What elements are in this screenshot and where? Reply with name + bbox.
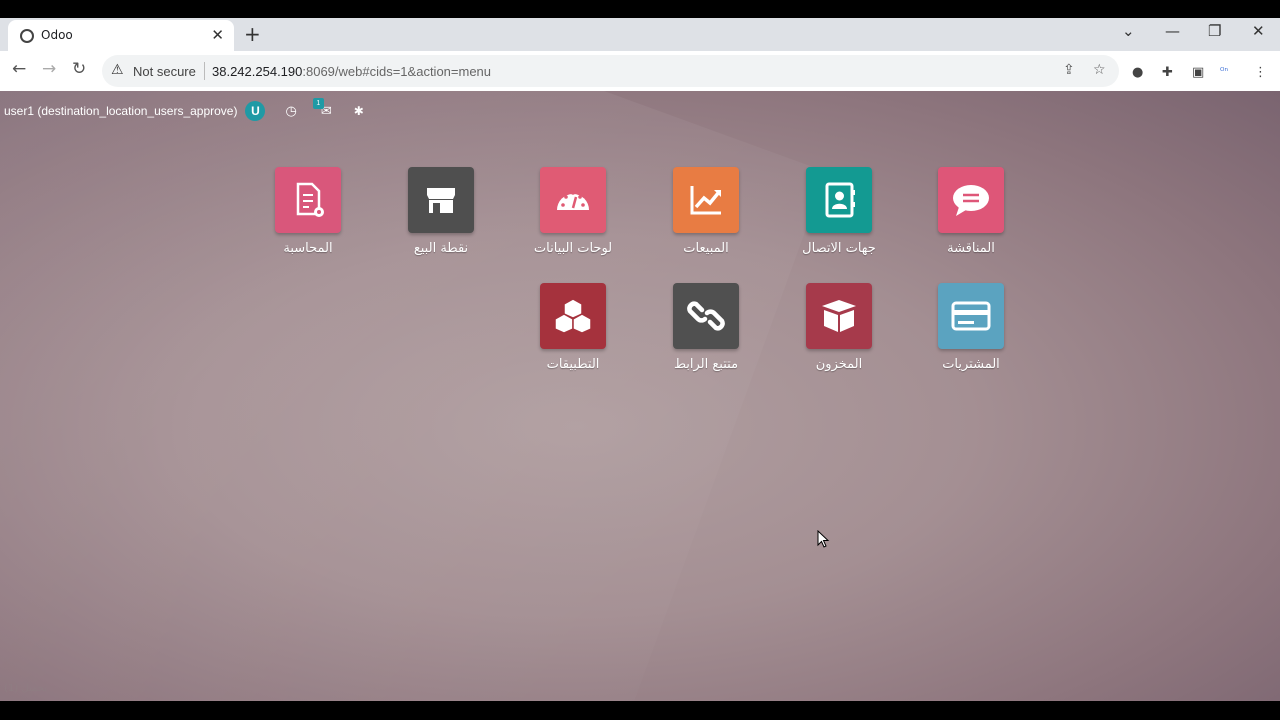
- app-label: نقطة البيع: [413, 241, 469, 256]
- url-text[interactable]: 38.242.254.190:8069/web#cids=1&action=me…: [212, 64, 491, 79]
- app-label: المناقشة: [947, 241, 995, 256]
- contacts-icon[interactable]: [806, 167, 872, 233]
- app-tile[interactable]: التطبيقات: [518, 283, 628, 372]
- share-icon[interactable]: ⇪: [1063, 62, 1075, 78]
- tab-search-icon[interactable]: ⌄: [1122, 22, 1135, 40]
- app-tile[interactable]: جهات الاتصال: [784, 167, 894, 256]
- dashboard-gauge-icon[interactable]: [540, 167, 606, 233]
- avatar[interactable]: U: [245, 101, 266, 121]
- app-tile[interactable]: لوحات البيانات: [518, 167, 628, 256]
- debug-bug-icon[interactable]: ✱: [354, 104, 364, 118]
- inventory-box-icon[interactable]: [806, 283, 872, 349]
- restore-button[interactable]: ❐: [1208, 22, 1221, 40]
- app-tile[interactable]: المخزون: [784, 283, 894, 372]
- activity-clock-icon[interactable]: ◷: [285, 104, 296, 119]
- letterbox-bottom: [0, 701, 1280, 720]
- purchase-card-icon[interactable]: [938, 283, 1004, 349]
- app-label: المبيعات: [683, 241, 729, 256]
- app-label: المحاسبة: [283, 241, 333, 256]
- app-label: متتبع الرابط: [673, 357, 739, 372]
- divider: [204, 62, 205, 80]
- security-label[interactable]: Not secure: [133, 64, 196, 79]
- sales-chart-icon[interactable]: [673, 167, 739, 233]
- messaging-chat-icon[interactable]: 1 ✉: [312, 97, 332, 119]
- tab-strip: Odoo ✕ + ⌄ — ❐ ✕: [0, 18, 1280, 51]
- extensions-puzzle-icon[interactable]: ✚: [1162, 65, 1173, 80]
- browser-tab[interactable]: Odoo ✕: [8, 20, 234, 51]
- screen: Odoo ✕ + ⌄ — ❐ ✕ ← → ↻ ⚠ Not secure 38.2…: [0, 0, 1280, 720]
- tab-title: Odoo: [41, 28, 73, 42]
- warning-icon: ⚠: [111, 62, 124, 78]
- odoo-home-menu: user1 (destination_location_users_approv…: [0, 91, 1280, 701]
- app-label: المشتريات: [942, 357, 1000, 372]
- app-label: التطبيقات: [546, 357, 600, 372]
- app-tile[interactable]: نقطة البيع: [386, 167, 496, 256]
- back-icon[interactable]: ←: [12, 59, 26, 79]
- app-tile[interactable]: المحاسبة: [253, 167, 363, 256]
- forward-icon[interactable]: →: [42, 59, 56, 79]
- mouse-cursor-icon: [817, 530, 830, 548]
- odoo-favicon-icon: [20, 29, 34, 43]
- bookmark-star-icon[interactable]: ☆: [1093, 62, 1106, 78]
- tab-close-button[interactable]: ✕: [211, 26, 224, 44]
- app-label: جهات الاتصال: [802, 241, 876, 256]
- browser-toolbar: ← → ↻ ⚠ Not secure 38.242.254.190:8069/w…: [0, 51, 1280, 92]
- app-tile[interactable]: متتبع الرابط: [651, 283, 761, 372]
- app-tile[interactable]: المبيعات: [651, 167, 761, 256]
- reload-icon[interactable]: ↻: [72, 59, 86, 79]
- app-label: المخزون: [815, 357, 863, 372]
- app-label: لوحات البيانات: [533, 241, 613, 256]
- browser-chrome: Odoo ✕ + ⌄ — ❐ ✕ ← → ↻ ⚠ Not secure 38.2…: [0, 18, 1280, 92]
- app-tile[interactable]: المشتريات: [916, 283, 1026, 372]
- store-icon[interactable]: [408, 167, 474, 233]
- address-bar[interactable]: ⚠ Not secure 38.242.254.190:8069/web#cid…: [102, 55, 1119, 87]
- side-panel-icon[interactable]: ▣: [1192, 65, 1204, 80]
- minimize-button[interactable]: —: [1165, 22, 1180, 40]
- apps-cubes-icon[interactable]: [540, 283, 606, 349]
- odoo-top-bar: user1 (destination_location_users_approv…: [4, 97, 364, 121]
- extension-icon[interactable]: ᴼⁿ: [1220, 67, 1228, 77]
- close-window-button[interactable]: ✕: [1252, 22, 1265, 40]
- app-tile[interactable]: المناقشة: [916, 167, 1026, 256]
- browser-menu-icon[interactable]: ⋮: [1254, 65, 1267, 80]
- url-path: :8069/web#cids=1&action=menu: [302, 64, 492, 79]
- loading-status: تحميل (1): [4, 683, 47, 694]
- new-tab-button[interactable]: +: [244, 22, 261, 46]
- accounting-icon[interactable]: [275, 167, 341, 233]
- user-name[interactable]: user1 (destination_location_users_approv…: [4, 104, 237, 118]
- chat-badge: 1: [312, 97, 324, 109]
- url-host: 38.242.254.190: [212, 64, 303, 79]
- extension-monkey-icon[interactable]: ●: [1132, 65, 1143, 80]
- link-tracker-icon[interactable]: [673, 283, 739, 349]
- discuss-chat-icon[interactable]: [938, 167, 1004, 233]
